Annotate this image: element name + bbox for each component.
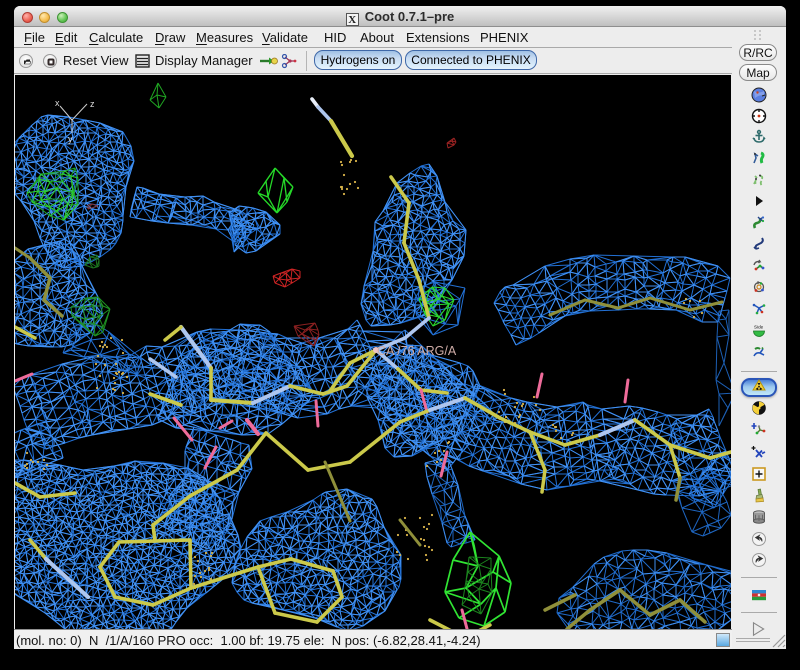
svg-text:CA /76 ARG/A: CA /76 ARG/A — [377, 344, 457, 358]
svg-text:Side: Side — [754, 325, 764, 330]
svg-text:y: y — [68, 134, 73, 144]
svg-text:x: x — [55, 98, 60, 108]
svg-text:z: z — [90, 99, 95, 109]
